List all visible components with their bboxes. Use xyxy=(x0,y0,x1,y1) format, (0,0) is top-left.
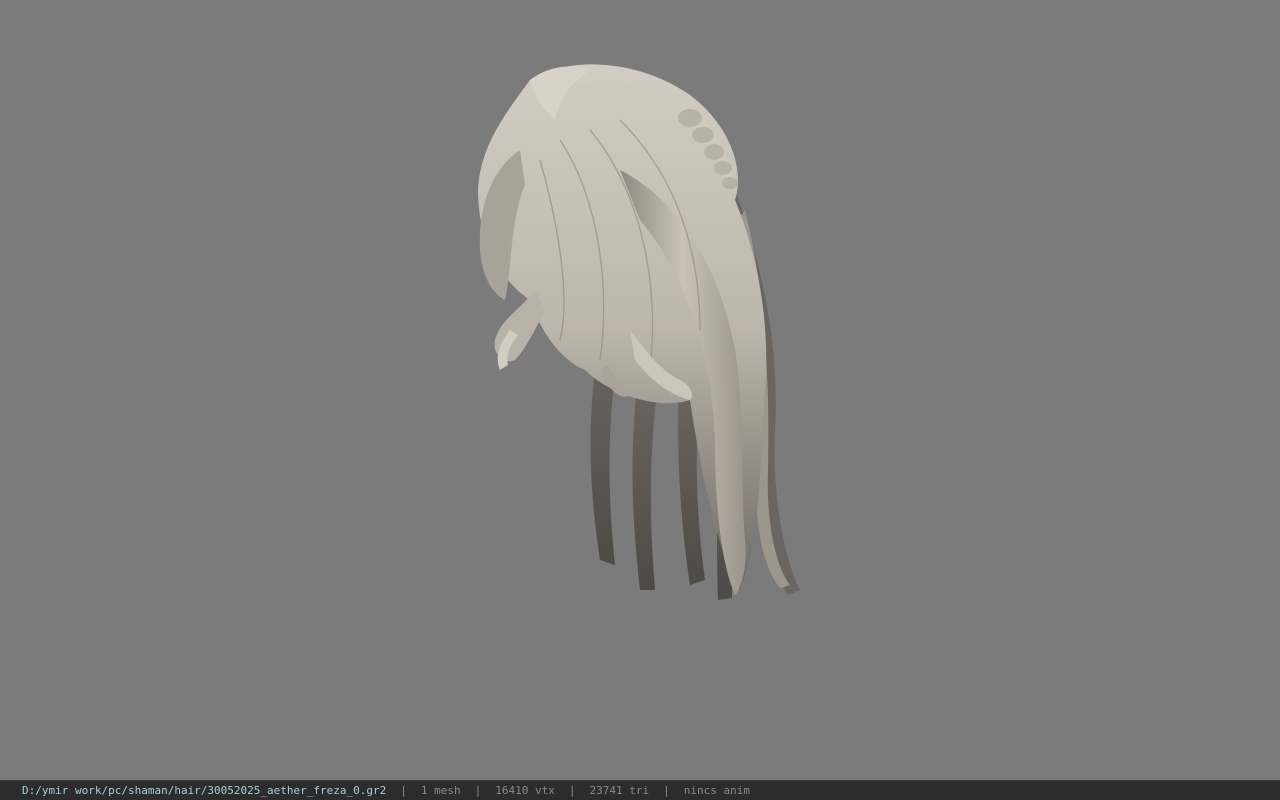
mesh-count: 1 mesh xyxy=(420,783,461,797)
separator: | xyxy=(474,783,482,797)
vertex-count: 16410 vtx xyxy=(495,783,555,797)
separator: | xyxy=(568,783,576,797)
3d-viewport[interactable] xyxy=(0,0,1280,780)
triangle-count: 23741 tri xyxy=(589,783,650,797)
status-bar: D:/ymir work/pc/shaman/hair/30052025_aet… xyxy=(0,780,1280,800)
file-path: D:/ymir work/pc/shaman/hair/30052025_aet… xyxy=(22,783,387,797)
separator: | xyxy=(663,783,670,797)
animation-status: nincs anim xyxy=(683,783,750,797)
hair-model[interactable] xyxy=(0,0,1280,780)
separator: | xyxy=(400,783,407,797)
